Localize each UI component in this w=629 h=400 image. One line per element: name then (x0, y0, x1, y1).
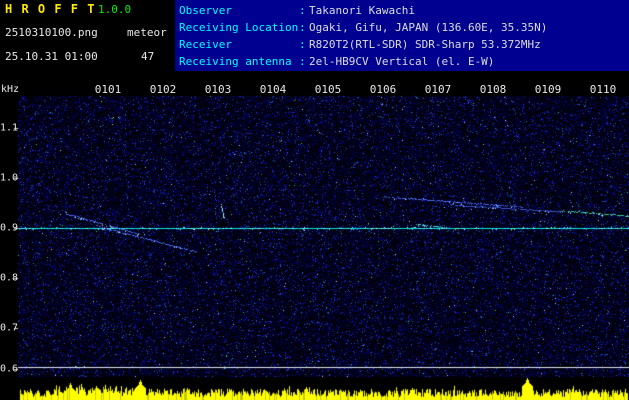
info-row-receiver: Receiver : R820T2(RTL-SDR) SDR-Sharp 53.… (179, 36, 629, 53)
info-value: Takanori Kawachi (309, 4, 415, 17)
info-separator: : (299, 21, 306, 34)
info-label: Receiving antenna (179, 55, 292, 68)
info-value: Ogaki, Gifu, JAPAN (136.60E, 35.35N) (309, 21, 548, 34)
info-row-observer: Observer : Takanori Kawachi (179, 2, 629, 19)
info-separator: : (299, 55, 306, 68)
y-axis-unit-label: kHz (1, 84, 20, 95)
info-label: Observer (179, 4, 232, 17)
x-axis-tick-label: 0105 (314, 83, 342, 96)
info-row-antenna: Receiving antenna : 2el-HB9CV Vertical (… (179, 53, 629, 70)
info-separator: : (299, 4, 306, 17)
y-axis-tick-label: 0.6 (0, 363, 19, 375)
info-value: R820T2(RTL-SDR) SDR-Sharp 53.372MHz (309, 38, 541, 51)
info-row-location: Receiving Location : Ogaki, Gifu, JAPAN … (179, 19, 629, 36)
echo-count: 47 (141, 50, 155, 63)
y-axis-tick-label: 1.1 (0, 122, 19, 134)
y-axis-tick-label: 0.9 (0, 222, 19, 234)
output-filename: 2510310100.png (5, 26, 98, 39)
info-label: Receiving Location (179, 21, 299, 34)
x-axis-tick-label: 0101 (94, 83, 122, 96)
station-info-panel: Observer : Takanori Kawachi Receiving Lo… (175, 0, 629, 71)
x-axis-tick-label: 0102 (149, 83, 177, 96)
x-axis-tick-label: 0108 (479, 83, 507, 96)
x-axis-tick-label: 0109 (534, 83, 562, 96)
info-value: 2el-HB9CV Vertical (el. E-W) (309, 55, 495, 68)
app-title: H R O F F T (5, 2, 96, 16)
x-axis-tick-label: 0106 (369, 83, 397, 96)
info-separator: : (299, 38, 306, 51)
y-axis-tick-label: 0.7 (0, 322, 19, 334)
x-axis-tick-label: 0107 (424, 83, 452, 96)
info-label: Receiver (179, 38, 232, 51)
y-axis-tick-label: 0.8 (0, 272, 19, 284)
x-axis-tick-label: 0104 (259, 83, 287, 96)
x-axis-tick-label: 0110 (589, 83, 617, 96)
app-version: 1.0.0 (98, 3, 132, 16)
y-axis-tick-label: 1.0 (0, 172, 19, 184)
mode-label: meteor (127, 26, 167, 39)
x-axis-tick-label: 0103 (204, 83, 232, 96)
datetime-label: 25.10.31 01:00 (5, 50, 98, 63)
hrofft-output-image: H R O F F T 1.0.0 2510310100.png meteor … (0, 0, 629, 400)
